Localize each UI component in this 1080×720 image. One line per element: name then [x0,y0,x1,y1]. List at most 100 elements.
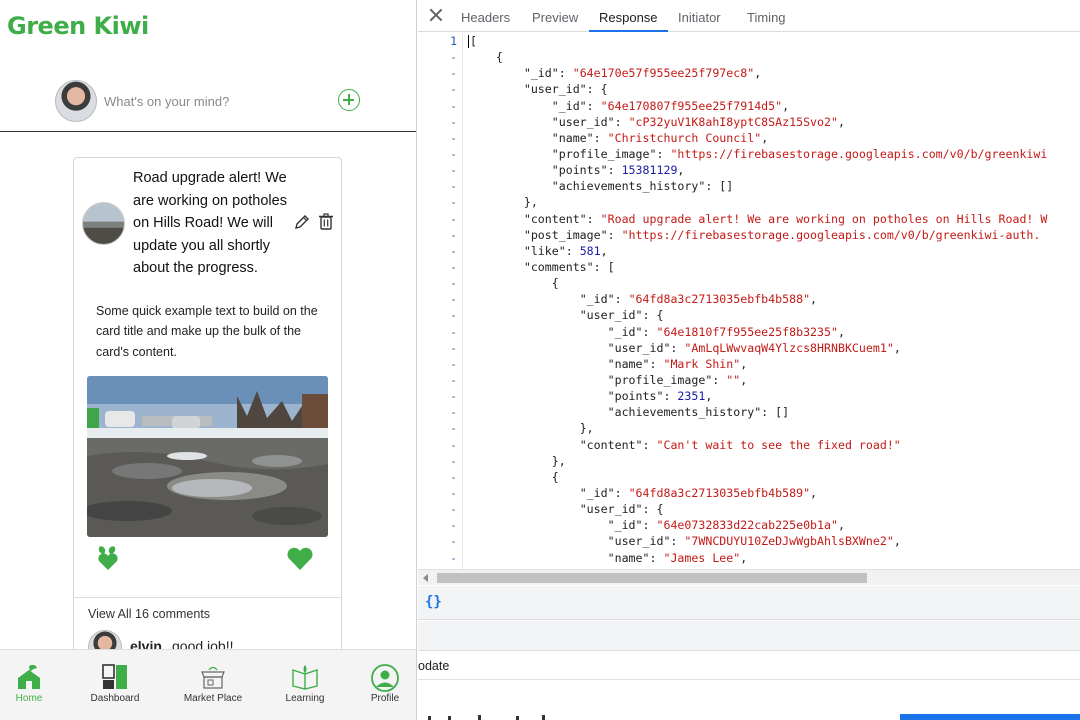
json-line: "content": "Can't wait to see the fixed … [468,437,1080,453]
json-line: [ [468,34,477,48]
json-key: "user_id": [607,534,678,549]
json-line: "_id": "64e170807f955ee25f7914d5", [551,98,790,113]
json-key: "like": [523,243,573,258]
line-number: - [450,292,457,307]
nav-label-home: Home [15,693,43,704]
text-caret [468,35,469,48]
line-number: - [450,485,457,500]
nav-label-learning: Learning [285,693,325,704]
line-number: - [450,163,457,178]
console-text: odate [418,659,450,673]
console-line: odate [418,650,1080,680]
json-line: "user_id": { [579,308,664,323]
json-line: "name": "Mark Shin", [607,356,748,371]
horizontal-scrollbar[interactable] [418,569,1080,585]
add-post-icon[interactable] [338,89,360,111]
line-number: - [450,340,457,355]
avatar[interactable] [55,80,97,122]
nav-item-profile[interactable]: Profile [346,650,416,720]
json-string: "64fd8a3c2713035ebfb4b589" [628,485,811,500]
response-viewer[interactable]: 1-------------------------------- [ { "_… [418,33,1080,569]
poster-avatar[interactable] [82,202,125,245]
pretty-print-button[interactable]: {} [425,594,442,610]
json-string: "Mark Shin" [663,356,741,371]
json-line: "user_id": { [579,502,664,517]
line-number: - [450,308,457,323]
json-string: "64e170e57f955ee25f797ec8" [572,66,755,81]
tab-timing[interactable]: Timing [737,0,796,32]
market-icon [201,666,225,689]
json-line: "achievements_history": [] [607,405,790,420]
whats-on-your-mind-input[interactable] [104,90,304,112]
json-key: "user_id": [607,340,678,355]
json-key: "name": [607,550,657,565]
json-line: }, [523,195,538,210]
line-number: - [450,98,457,113]
line-number: - [450,502,457,517]
line-number: - [450,276,457,291]
json-key: "user_id": [579,502,650,517]
json-line: "points": 15381129, [551,163,685,178]
scrollbar-thumb[interactable] [437,573,867,583]
nav-item-learning[interactable]: Learning [266,650,344,720]
app-brand[interactable]: Green Kiwi [7,12,149,40]
json-string: "https://firebasestorage.googleapis.com/… [670,146,1048,161]
nav-item-market-place[interactable]: Market Place [174,650,252,720]
json-key: "points": [551,163,615,178]
view-all-comments-link[interactable]: View All 16 comments [88,607,210,621]
devtools-network-panel: Headers Preview Response Initiator Timin… [418,0,1080,720]
nav-item-dashboard[interactable]: Dashboard [76,650,154,720]
json-line: "post_image": "https://firebasestorage.g… [468,227,1080,243]
json-string: "Christchurch Council" [607,130,762,145]
close-icon[interactable] [429,8,443,22]
tab-initiator[interactable]: Initiator [668,0,731,32]
json-key: "name": [551,130,601,145]
json-key: "_id": [607,324,650,339]
bottom-nav: Home Dashboard Market Place Learning Pro… [0,649,416,720]
leaf-heart-icon[interactable] [96,545,120,571]
heart-like-icon[interactable] [286,547,314,571]
json-line: "name": "James Lee", [607,550,748,565]
post-body: Some quick example text to build on the … [96,304,318,359]
json-line: "user_id": "AmLqLWwvaqW4Ylzcs8HRNBKCuem1… [607,340,901,355]
nav-item-home[interactable]: Home [0,650,68,720]
line-number: - [450,421,457,436]
devtools-tab-bar: Headers Preview Response Initiator Timin… [418,0,1080,32]
tab-response[interactable]: Response [589,0,668,32]
json-string: "AmLqLWwvaqW4Ylzcs8HRNBKCuem1" [684,340,894,355]
pencil-icon[interactable] [294,214,310,230]
json-line: "profile_image": "https://firebasestorag… [468,146,1080,162]
json-line: { [495,50,503,65]
console-divider [418,621,1080,650]
line-number: - [450,195,457,210]
json-key: "comments": [523,259,601,274]
tab-preview[interactable]: Preview [522,0,588,32]
trash-icon[interactable] [318,213,334,230]
json-line: "_id": "64e0732833d22cab225e0b1a", [607,518,845,533]
line-number: - [450,130,457,145]
json-key: "user_id": [523,82,594,97]
json-string: "64e0732833d22cab225e0b1a" [656,518,838,533]
json-line: "name": "Christchurch Council", [551,130,769,145]
json-key: "content": [579,437,650,452]
json-key: "profile_image": [607,372,720,387]
json-key: "points": [607,389,671,404]
json-line: "_id": "64e170e57f955ee25f797ec8", [523,66,762,81]
line-number: - [450,469,457,484]
post-composer [0,70,416,132]
json-key: "post_image": [523,227,615,242]
line-number: - [450,534,457,549]
response-code[interactable]: [ { "_id": "64e170e57f955ee25f797ec8", "… [468,33,1080,569]
json-line: "content": "Road upgrade alert! We are w… [468,211,1080,227]
json-key: "_id": [607,518,650,533]
scroll-left-icon[interactable] [423,574,428,582]
json-key: "_id": [551,98,594,113]
pothole-road-image[interactable] [87,376,328,537]
json-number: 15381129 [621,163,678,178]
json-string: "cP32yuV1K8ahI8yptC8SAz15Svo2" [628,114,838,129]
json-line: "points": 2351, [607,389,713,404]
json-key: "achievements_history": [551,179,713,194]
json-number: 2351 [677,389,706,404]
tab-headers[interactable]: Headers [451,0,520,32]
json-line: }, [551,453,566,468]
